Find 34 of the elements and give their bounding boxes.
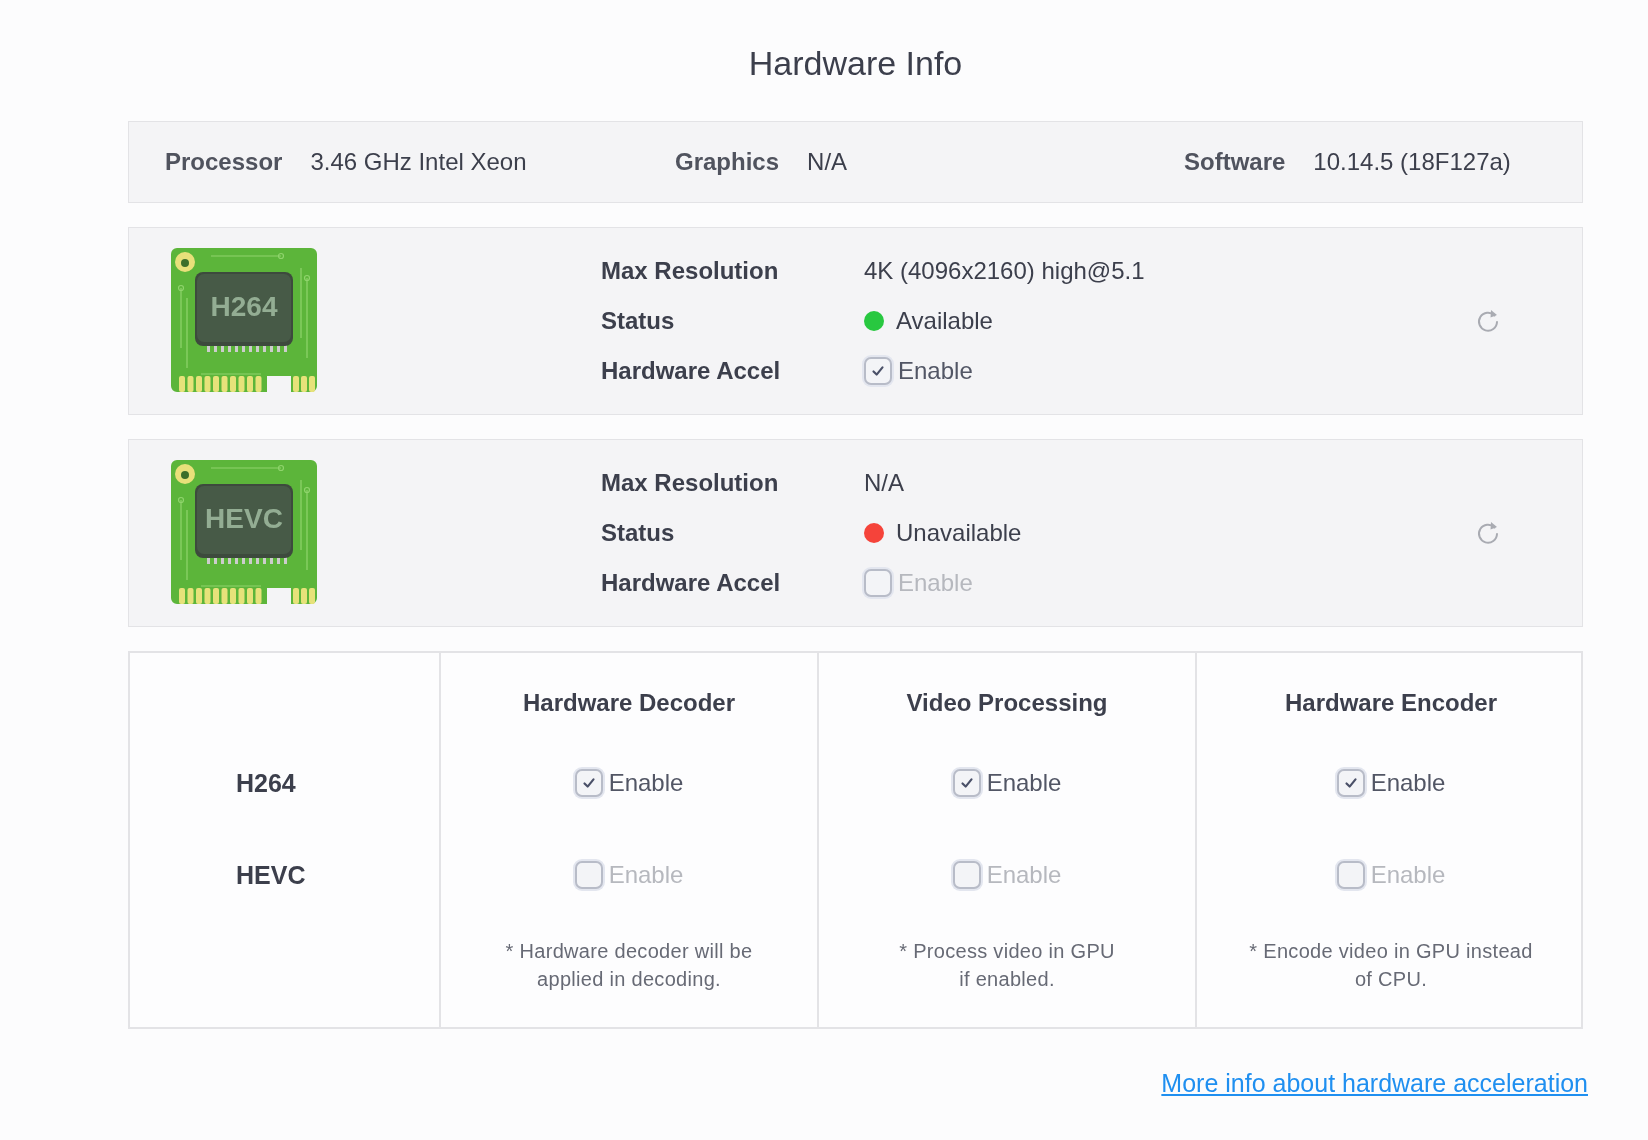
field-label: Status (601, 519, 676, 547)
enable-checkbox[interactable]: Enable (864, 357, 973, 385)
enable-checkbox[interactable]: Enable (574, 769, 684, 797)
circuit-chip-icon (171, 460, 317, 606)
status-text: Available (896, 307, 993, 335)
row-header: HEVC (236, 860, 306, 890)
chip-label: HEVC (204, 502, 284, 536)
field-label: Max Resolution (601, 257, 780, 285)
column-header: Hardware Encoder (1284, 689, 1498, 717)
field-label: Max Resolution (601, 469, 780, 497)
column-note: * Hardware decoder will be applied in decoding. (505, 939, 753, 992)
more-info-link[interactable]: More info about hardware acceleration (1161, 1069, 1588, 1098)
circuit-chip-icon (171, 248, 317, 394)
page-title: Hardware Info (747, 44, 964, 83)
status-text: Unavailable (896, 519, 1022, 547)
field-value: N/A (864, 469, 904, 497)
enable-checkbox[interactable]: Enable (952, 769, 1062, 797)
info-value: 10.14.5 (18F127a) (1313, 148, 1511, 176)
info-value: N/A (807, 148, 848, 176)
column-note: * Process video in GPU if enabled. (899, 939, 1115, 992)
field-label: Hardware Accel (601, 569, 782, 597)
info-label: Graphics (675, 148, 780, 176)
field-label: Hardware Accel (601, 357, 782, 385)
field-label: Status (601, 307, 676, 335)
column-header: Video Processing (906, 689, 1108, 717)
column-note: * Encode video in GPU instead of CPU. (1249, 939, 1533, 992)
info-label: Software (1184, 148, 1286, 176)
column-header: Hardware Decoder (522, 689, 736, 717)
field-value: 4K (4096x2160) high@5.1 (864, 257, 1145, 285)
row-header: H264 (236, 768, 296, 798)
enable-checkbox[interactable]: Enable (1336, 769, 1446, 797)
info-label: Processor (165, 148, 283, 176)
info-value: 3.46 GHz Intel Xeon (310, 148, 527, 176)
chip-label: H264 (209, 290, 279, 324)
